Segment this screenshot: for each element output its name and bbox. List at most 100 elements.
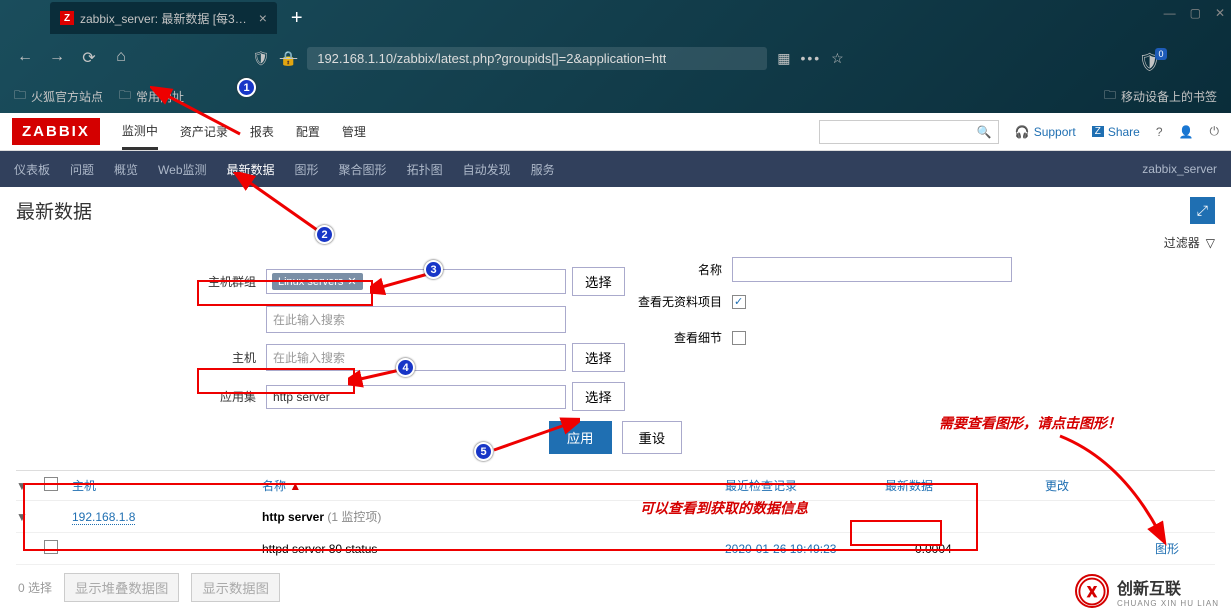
tab-title: zabbix_server: 最新数据 [每3…: [80, 10, 247, 27]
app-input[interactable]: http server: [266, 385, 566, 409]
zabbix-icon: Z: [1092, 126, 1104, 137]
bookmark-mobile[interactable]: 🗀移动设备上的书签: [1104, 86, 1217, 107]
tag-remove-icon[interactable]: ✕: [347, 275, 356, 288]
library-icon[interactable]: 🛡0: [1138, 52, 1161, 73]
page-title: 最新数据: [16, 197, 92, 224]
subnav-latest[interactable]: 最新数据: [227, 161, 275, 178]
host-select-button[interactable]: 选择: [572, 343, 625, 372]
zabbix-header: ZABBIX 监测中 资产记录 报表 配置 管理 🔍 🎧Support ZSha…: [0, 113, 1231, 151]
share-link[interactable]: ZShare: [1092, 125, 1140, 139]
host-link[interactable]: 192.168.1.8: [72, 510, 135, 525]
support-link[interactable]: 🎧Support: [1015, 125, 1076, 139]
subnav-overview[interactable]: 概览: [114, 161, 138, 178]
col-last[interactable]: 最近检查记录: [725, 477, 885, 494]
search-icon: 🔍: [977, 125, 992, 139]
col-change[interactable]: 更改: [1045, 477, 1155, 494]
filter-icon: ▽: [1206, 236, 1215, 250]
hostgroup-search[interactable]: 在此输入搜索: [266, 306, 566, 333]
subnav-maps[interactable]: 拓扑图: [407, 161, 443, 178]
zabbix-logo[interactable]: ZABBIX: [12, 118, 100, 145]
watermark-cn: 创新互联: [1117, 575, 1219, 599]
annot-num-2: 2: [315, 225, 334, 244]
watermark-py: CHUANG XIN HU LIAN: [1117, 599, 1219, 608]
select-all-checkbox[interactable]: [44, 477, 58, 491]
logout-icon[interactable]: ⏻: [1210, 124, 1220, 139]
app-select-button[interactable]: 选择: [572, 382, 625, 411]
sub-nav: 仪表板 问题 概览 Web监测 最新数据 图形 聚合图形 拓扑图 自动发现 服务…: [0, 151, 1231, 187]
menu-reports[interactable]: 报表: [250, 113, 274, 150]
folder-icon: 🗀: [1104, 86, 1116, 107]
app-label: 应用集: [16, 388, 256, 405]
filter-toggle[interactable]: 过滤器▽: [1164, 234, 1215, 251]
zabbix-favicon: Z: [60, 11, 74, 25]
browser-tab[interactable]: Z zabbix_server: 最新数据 [每3… ×: [50, 2, 277, 34]
hostgroup-tag[interactable]: Linux servers✕: [272, 273, 363, 290]
watermark-logo: ⓧ: [1075, 574, 1109, 608]
subnav-dashboard[interactable]: 仪表板: [14, 161, 50, 178]
bookmark-star-icon[interactable]: ☆: [831, 50, 844, 67]
user-icon[interactable]: 👤: [1179, 125, 1194, 139]
back-button[interactable]: ←: [14, 48, 36, 68]
col-name[interactable]: 名称 ▲: [262, 477, 725, 494]
tab-bar: Z zabbix_server: 最新数据 [每3… × +: [0, 0, 1231, 36]
expand-all[interactable]: ▼: [16, 479, 44, 493]
close-icon[interactable]: ✕: [1215, 6, 1225, 20]
details-checkbox[interactable]: [732, 331, 746, 345]
row-checkbox[interactable]: [44, 540, 58, 554]
table-item-row: httpd server 80 status 2020-01-26 19:49:…: [16, 533, 1215, 565]
help-icon[interactable]: ?: [1156, 125, 1163, 139]
home-button[interactable]: ⌂: [110, 48, 132, 68]
graph-button[interactable]: 显示数据图: [191, 573, 280, 602]
collapse-toggle[interactable]: ▼: [16, 510, 44, 524]
subnav-screens[interactable]: 聚合图形: [339, 161, 387, 178]
watermark: ⓧ 创新互联 CHUANG XIN HU LIAN: [1063, 568, 1231, 614]
insecure-icon[interactable]: 🔒: [280, 50, 297, 67]
item-time: 2020-01-26 19:49:23: [725, 542, 885, 556]
tracking-shield-icon[interactable]: 🛡: [252, 50, 270, 67]
subnav-web[interactable]: Web监测: [158, 161, 206, 178]
host-input[interactable]: 在此输入搜索: [266, 344, 566, 371]
page-head: 最新数据 ⤢: [0, 187, 1231, 234]
forward-button[interactable]: →: [46, 48, 68, 68]
subnav-discovery[interactable]: 自动发现: [463, 161, 511, 178]
folder-icon: 🗀: [119, 86, 131, 107]
item-name: httpd server 80 status: [262, 542, 725, 556]
maximize-icon[interactable]: ▢: [1190, 6, 1201, 20]
global-search[interactable]: 🔍: [819, 120, 999, 144]
menu-monitoring[interactable]: 监测中: [122, 113, 158, 150]
graph-link[interactable]: 图形: [1155, 542, 1179, 556]
subnav-problems[interactable]: 问题: [70, 161, 94, 178]
annot-text-data: 可以查看到获取的数据信息: [640, 498, 808, 518]
minimize-icon[interactable]: —: [1164, 6, 1176, 20]
selected-count: 0 选择: [18, 579, 52, 596]
sort-asc-icon: ▲: [289, 479, 301, 493]
subnav-services[interactable]: 服务: [531, 161, 555, 178]
annot-num-3: 3: [424, 260, 443, 279]
apply-button[interactable]: 应用: [549, 421, 612, 454]
col-latest[interactable]: 最新数据: [885, 477, 1045, 494]
stacked-graph-button[interactable]: 显示堆叠数据图: [64, 573, 179, 602]
fullscreen-button[interactable]: ⤢: [1190, 197, 1215, 224]
table-group-row: ▼ 192.168.1.8 http server (1 监控项): [16, 501, 1215, 533]
headset-icon: 🎧: [1015, 125, 1030, 139]
name-input[interactable]: [732, 257, 1012, 282]
subnav-graphs[interactable]: 图形: [295, 161, 319, 178]
bookmark-common[interactable]: 🗀常用网址: [119, 86, 184, 107]
annot-num-1: 1: [237, 78, 256, 97]
name-label: 名称: [612, 261, 722, 278]
table-footer: 0 选择 显示堆叠数据图 显示数据图: [0, 565, 1231, 610]
col-host[interactable]: 主机: [72, 477, 262, 494]
address-bar[interactable]: 192.168.1.10/zabbix/latest.php?groupids[…: [307, 47, 767, 70]
menu-admin[interactable]: 管理: [342, 113, 366, 150]
reset-button[interactable]: 重设: [622, 421, 683, 454]
bookmark-ff[interactable]: 🗀火狐官方站点: [14, 86, 103, 107]
new-tab-button[interactable]: +: [291, 7, 303, 30]
menu-config[interactable]: 配置: [296, 113, 320, 150]
hostgroup-input[interactable]: Linux servers✕: [266, 269, 566, 294]
nodata-checkbox[interactable]: [732, 295, 746, 309]
page-actions[interactable]: •••: [800, 50, 821, 66]
reload-button[interactable]: ⟳: [78, 48, 100, 68]
menu-inventory[interactable]: 资产记录: [180, 113, 228, 150]
tab-close-icon[interactable]: ×: [259, 10, 267, 26]
reader-icon[interactable]: ▦: [777, 50, 790, 67]
